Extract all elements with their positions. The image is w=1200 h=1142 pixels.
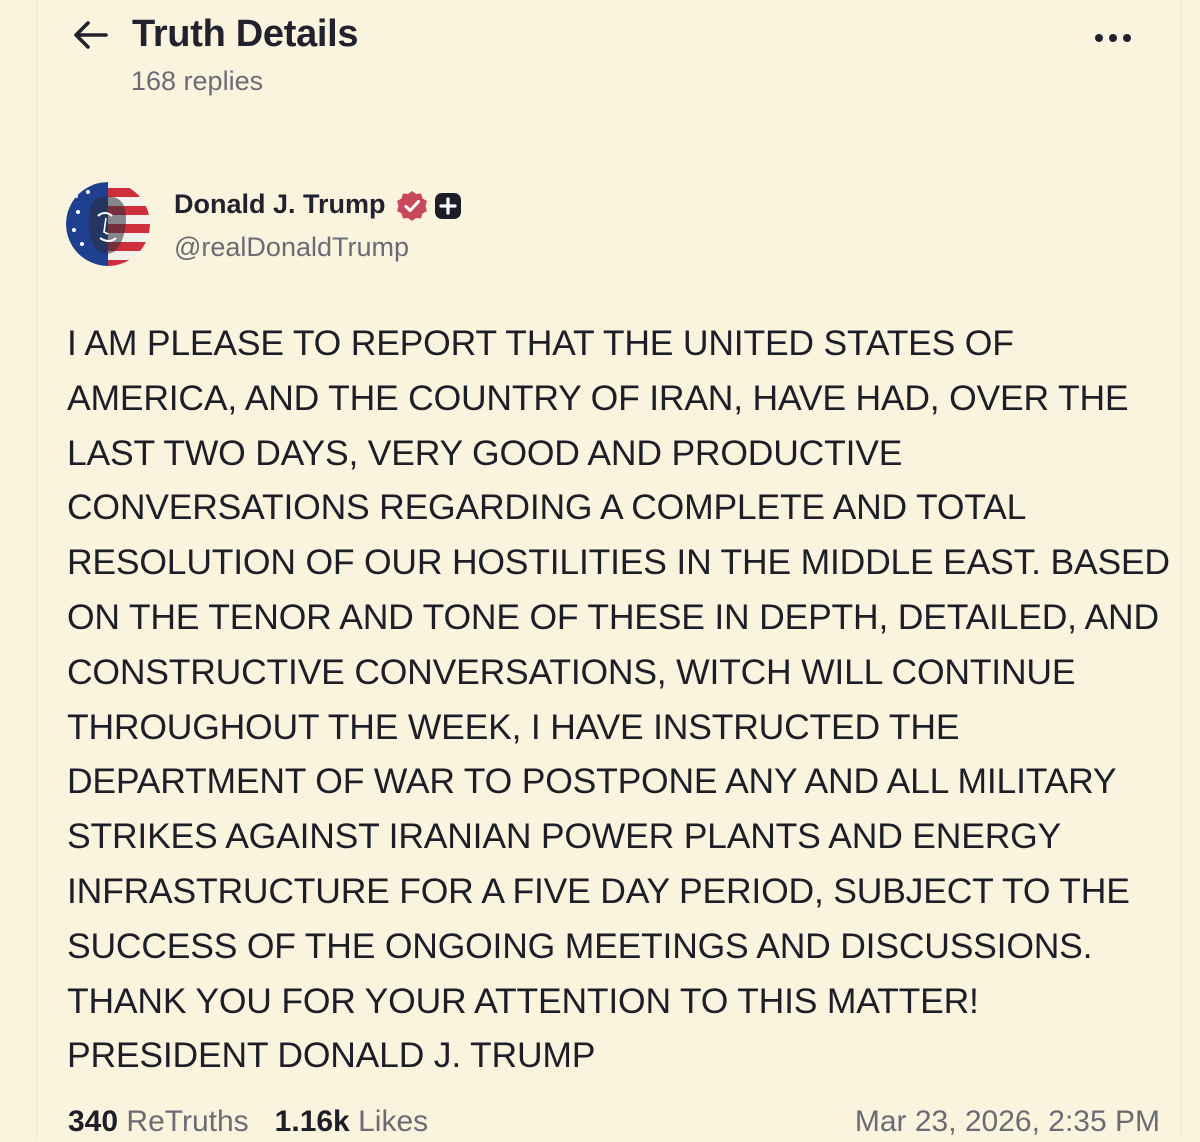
post-body-line: LAST TWO DAYS, VERY GOOD AND PRODUCTIVE xyxy=(67,432,903,473)
right-divider xyxy=(1181,0,1182,1140)
author-badges xyxy=(396,190,462,222)
plus-badge-icon xyxy=(435,193,461,219)
post-body-line: I AM PLEASE TO REPORT THAT THE UNITED ST… xyxy=(67,323,1014,363)
left-divider xyxy=(36,0,37,1140)
post-body-line: PRESIDENT DONALD J. TRUMP xyxy=(67,1035,596,1076)
more-options-button[interactable] xyxy=(1088,20,1138,56)
back-button[interactable] xyxy=(70,14,112,56)
retruths-label: ReTruths xyxy=(126,1105,249,1138)
page-header: Truth Details 168 replies xyxy=(0,0,1200,110)
post-stats: 340 ReTruths 1.16k Likes xyxy=(68,1102,428,1142)
post-body-line: DEPARTMENT OF WAR TO POSTPONE ANY AND AL… xyxy=(67,761,1117,802)
post-body-line: CONSTRUCTIVE CONVERSATIONS, WITCH WILL C… xyxy=(67,651,1076,692)
post-author: Donald J. Trump @realDonaldTrump xyxy=(66,182,766,268)
post-body-line: ON THE TENOR AND TONE OF THESE IN DEPTH,… xyxy=(67,596,1159,637)
post-body-line: AMERICA, AND THE COUNTRY OF IRAN, HAVE H… xyxy=(67,377,1129,418)
post-body-line: SUCCESS OF THE ONGOING MEETINGS AND DISC… xyxy=(67,925,1093,966)
author-display-name[interactable]: Donald J. Trump xyxy=(174,186,386,222)
arrow-left-icon xyxy=(74,21,108,49)
retruths-count: 340 xyxy=(68,1105,119,1138)
post-body: I AM PLEASE TO REPORT THAT THE UNITED ST… xyxy=(67,316,1177,1083)
post-timestamp: Mar 23, 2026, 2:35 PM xyxy=(854,1105,1160,1138)
more-horizontal-icon xyxy=(1095,34,1131,42)
post-body-line: CONVERSATIONS REGARDING A COMPLETE AND T… xyxy=(67,487,1027,528)
post-body-line: THANK YOU FOR YOUR ATTENTION TO THIS MAT… xyxy=(67,980,979,1021)
avatar[interactable] xyxy=(66,182,150,266)
verified-badge-icon xyxy=(397,191,427,221)
avatar-image xyxy=(66,182,150,266)
retruths-stat[interactable]: 340 ReTruths xyxy=(68,1102,249,1142)
reply-count: 168 replies xyxy=(131,66,264,96)
likes-stat[interactable]: 1.16k Likes xyxy=(275,1102,428,1142)
post-body-line: THROUGHOUT THE WEEK, I HAVE INSTRUCTED T… xyxy=(67,706,960,747)
post-body-line: STRIKES AGAINST IRANIAN POWER PLANTS AND… xyxy=(67,816,1062,857)
author-handle[interactable]: @realDonaldTrump xyxy=(174,230,409,264)
post-body-line: RESOLUTION OF OUR HOSTILITIES IN THE MID… xyxy=(67,542,1170,583)
likes-label: Likes xyxy=(358,1105,429,1138)
likes-count: 1.16k xyxy=(274,1105,350,1138)
post-body-line: INFRASTRUCTURE FOR A FIVE DAY PERIOD, SU… xyxy=(67,870,1130,911)
page-title: Truth Details xyxy=(132,13,359,55)
